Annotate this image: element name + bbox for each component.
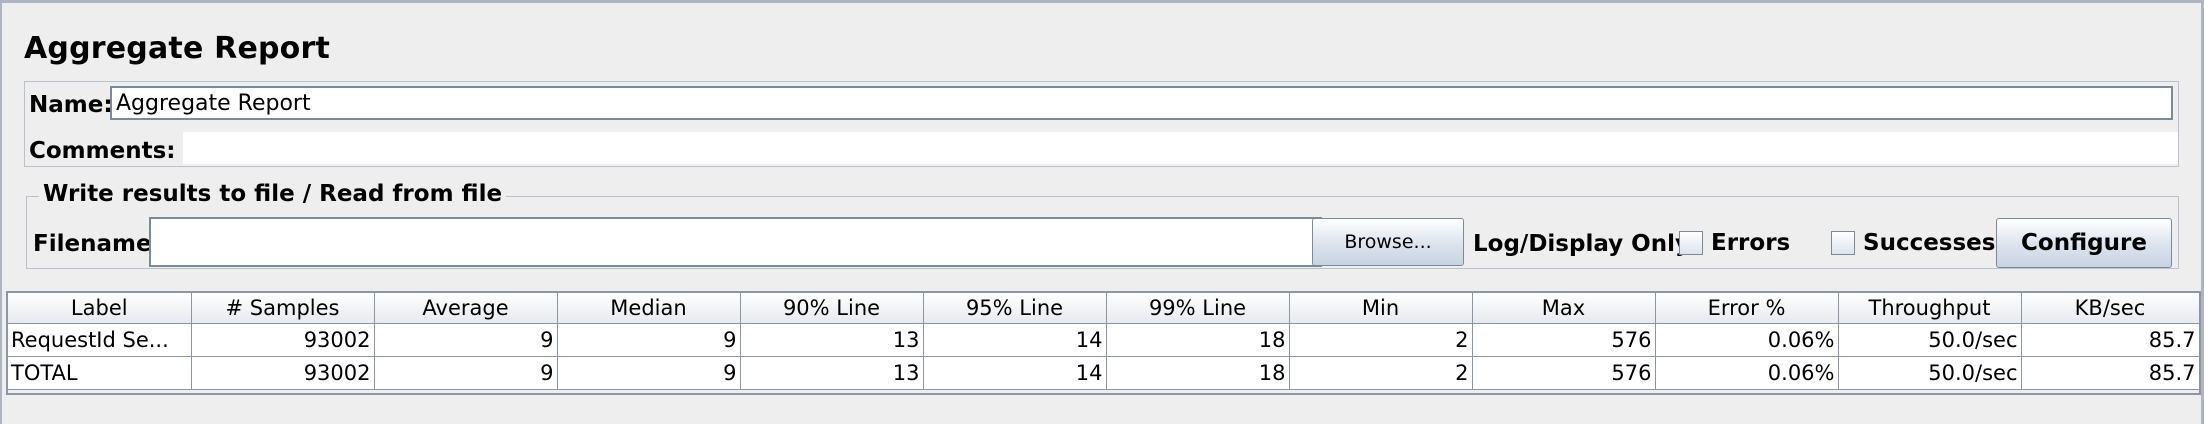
results-table-container[interactable]: Label # Samples Average Median 90% Line …	[6, 291, 2201, 395]
column-header-error-pct[interactable]: Error %	[1655, 293, 1839, 324]
table-cell: 0.06%	[1655, 323, 1839, 357]
column-header-kb-sec[interactable]: KB/sec	[2021, 293, 2200, 324]
table-cell: 93002	[191, 356, 375, 390]
column-header-95-line[interactable]: 95% Line	[923, 293, 1107, 324]
table-header-row: Label # Samples Average Median 90% Line …	[8, 293, 2200, 324]
configure-button[interactable]: Configure	[1996, 218, 2172, 268]
column-header-median[interactable]: Median	[557, 293, 741, 324]
column-header-min[interactable]: Min	[1289, 293, 1473, 324]
column-header-90-line[interactable]: 90% Line	[740, 293, 924, 324]
table-cell: 85.7	[2021, 356, 2200, 390]
aggregate-report-panel: Aggregate Report Name: Comments: Write r…	[0, 0, 2204, 424]
column-header-label[interactable]: Label	[8, 293, 192, 324]
table-cell: 576	[1472, 356, 1656, 390]
table-cell: 0.06%	[1655, 356, 1839, 390]
column-header-average[interactable]: Average	[374, 293, 558, 324]
table-cell: TOTAL	[8, 356, 192, 390]
browse-button[interactable]: Browse...	[1312, 218, 1464, 266]
comments-textarea[interactable]	[183, 132, 2178, 164]
file-group-legend: Write results to file / Read from file	[39, 181, 507, 207]
table-cell: 9	[374, 356, 558, 390]
table-cell: 2	[1289, 356, 1473, 390]
table-cell: 18	[1106, 323, 1290, 357]
table-cell: RequestId Se...	[8, 323, 192, 357]
table-row[interactable]: TOTAL 93002 9 9 13 14 18 2 576 0.06% 50.…	[8, 356, 2200, 390]
errors-label: Errors	[1711, 230, 1791, 256]
page-title: Aggregate Report	[24, 31, 331, 66]
comments-label: Comments:	[29, 138, 176, 164]
table-cell: 9	[374, 323, 558, 357]
column-header-samples[interactable]: # Samples	[191, 293, 375, 324]
name-input[interactable]	[110, 86, 2173, 120]
successes-label: Successes	[1863, 230, 1996, 256]
table-cell: 50.0/sec	[1838, 323, 2022, 357]
file-group: Write results to file / Read from file F…	[26, 181, 2179, 269]
column-header-max[interactable]: Max	[1472, 293, 1656, 324]
table-cell: 50.0/sec	[1838, 356, 2022, 390]
table-cell: 18	[1106, 356, 1290, 390]
table-cell: 14	[923, 356, 1107, 390]
filename-input[interactable]	[149, 217, 1322, 267]
table-cell: 2	[1289, 323, 1473, 357]
results-table: Label # Samples Average Median 90% Line …	[8, 293, 2200, 390]
errors-checkbox[interactable]	[1679, 231, 1703, 255]
filename-label: Filename	[33, 231, 152, 257]
name-label: Name:	[29, 92, 113, 118]
table-cell: 85.7	[2021, 323, 2200, 357]
table-cell: 93002	[191, 323, 375, 357]
table-cell: 9	[557, 323, 741, 357]
column-header-99-line[interactable]: 99% Line	[1106, 293, 1290, 324]
column-header-throughput[interactable]: Throughput	[1838, 293, 2022, 324]
table-cell: 14	[923, 323, 1107, 357]
table-cell: 9	[557, 356, 741, 390]
table-row[interactable]: RequestId Se... 93002 9 9 13 14 18 2 576…	[8, 323, 2200, 357]
successes-checkbox[interactable]	[1831, 231, 1855, 255]
name-comments-panel: Name: Comments:	[24, 81, 2179, 167]
table-cell: 576	[1472, 323, 1656, 357]
log-display-only-label: Log/Display Only:	[1473, 231, 1700, 257]
table-cell: 13	[740, 356, 924, 390]
table-cell: 13	[740, 323, 924, 357]
